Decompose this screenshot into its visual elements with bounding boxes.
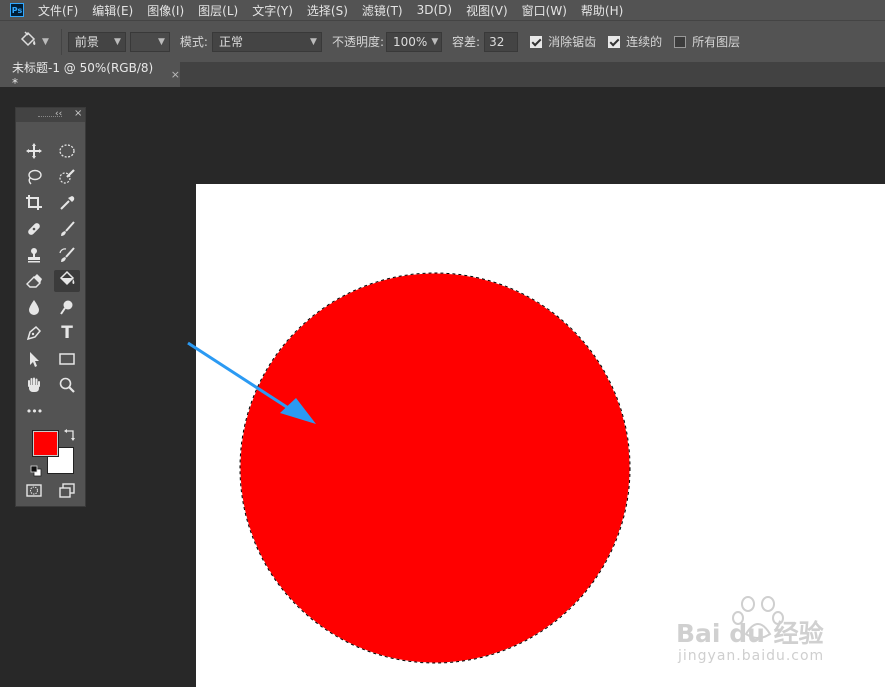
menu-type[interactable]: 文字(Y) [252,2,293,19]
more-tools-icon[interactable]: ••• [21,400,47,422]
menu-filter[interactable]: 滤镜(T) [362,2,403,19]
document-tab-title: 未标题-1 @ 50%(RGB/8) * [12,61,154,90]
clone-stamp-icon[interactable] [21,244,47,266]
default-colors-icon[interactable] [30,462,42,477]
filled-red-circle [240,273,630,663]
chevron-down-icon: ▼ [310,36,317,47]
fill-source-value: 前景 [74,35,99,49]
quick-mask-icon[interactable] [21,480,47,502]
menu-3d[interactable]: 3D(D) [417,3,452,17]
healing-brush-icon[interactable] [21,218,47,240]
tolerance-field[interactable]: 32 [484,31,519,52]
dodge-icon[interactable] [54,296,80,318]
toolbox-header[interactable]: ‹‹ × [16,108,85,122]
antialias-label: 消除锯齿 [548,35,597,49]
quick-selection-icon[interactable] [54,166,80,188]
menu-window[interactable]: 窗口(W) [522,2,567,19]
menu-edit[interactable]: 编辑(E) [92,2,133,19]
eyedropper-icon[interactable] [54,192,80,214]
contiguous-checkbox[interactable] [608,35,621,48]
baidu-jingyan-watermark: Bai du 经验 jingyan.baidu.com [676,592,846,672]
blend-mode-select[interactable]: 正常 ▼ [211,31,322,52]
eraser-icon[interactable] [21,270,47,292]
antialias-checkbox[interactable] [530,35,543,48]
mode-label: 模式: [179,35,208,49]
chevron-down-icon: ▼ [158,36,165,47]
paint-bucket-icon [58,270,76,292]
hand-icon[interactable] [21,374,47,396]
swap-colors-icon[interactable] [64,426,76,441]
lasso-icon[interactable] [21,166,47,188]
paint-bucket-tool-button[interactable] [54,270,80,292]
history-brush-icon[interactable] [54,244,80,266]
tolerance-label: 容差: [452,35,481,49]
brush-icon[interactable] [54,218,80,240]
close-icon[interactable]: × [74,108,82,119]
contiguous-label: 连续的 [626,35,663,49]
foreground-color-swatch[interactable] [33,431,58,456]
all-layers-checkbox[interactable] [674,35,687,48]
blur-icon[interactable] [21,296,47,318]
grip-icon[interactable] [38,116,62,119]
chevron-down-icon: ▼ [431,36,439,47]
menu-image[interactable]: 图像(I) [147,2,184,19]
type-icon[interactable]: T [54,322,80,344]
document-tab[interactable]: 未标题-1 @ 50%(RGB/8) * × [0,61,180,90]
chevron-down-icon: ▼ [42,36,49,47]
fill-source-select[interactable]: 前景 ▼ [67,31,126,52]
screen-mode-icon[interactable] [54,480,80,502]
photoshop-logo-icon: Ps [10,3,24,17]
move-icon[interactable] [21,140,47,162]
tool-preset-picker[interactable]: ▼ [18,31,49,52]
paint-bucket-icon [18,31,38,52]
elliptical-marquee-icon[interactable] [54,140,80,162]
zoom-icon[interactable] [54,374,80,396]
all-layers-label: 所有图层 [692,35,741,49]
menu-select[interactable]: 选择(S) [307,2,348,19]
type-glyph: T [61,323,73,343]
toolbox-panel: ‹‹ × T ••• [15,107,86,507]
menu-view[interactable]: 视图(V) [466,2,508,19]
menu-bar: Ps 文件(F) 编辑(E) 图像(I) 图层(L) 文字(Y) 选择(S) 滤… [0,0,885,20]
pen-icon[interactable] [21,322,47,344]
options-bar: ▼ 前景 ▼ ▼ 模式: 正常 ▼ 不透明度: 100% ▼ 容差: 32 消除… [0,20,885,62]
tolerance-value: 32 [489,34,505,49]
more-tools-glyph: ••• [25,404,43,418]
menu-layer[interactable]: 图层(L) [198,2,238,19]
path-selection-icon[interactable] [21,348,47,370]
pattern-picker[interactable]: ▼ [129,31,170,52]
document-tab-bar: 未标题-1 @ 50%(RGB/8) * × [0,61,885,90]
watermark-url-text: jingyan.baidu.com [678,648,825,664]
rectangle-icon[interactable] [54,348,80,370]
blend-mode-value: 正常 [218,35,243,49]
opacity-field[interactable]: 100% ▼ [386,31,443,52]
close-icon[interactable]: × [171,68,180,81]
menu-help[interactable]: 帮助(H) [581,2,623,19]
menu-file[interactable]: 文件(F) [38,2,78,19]
divider [60,28,62,55]
opacity-value: 100% [393,34,428,49]
crop-icon[interactable] [21,192,47,214]
watermark-brand-text: Bai du 经验 [676,619,824,648]
opacity-label: 不透明度: [331,35,385,49]
chevron-down-icon: ▼ [114,36,121,47]
